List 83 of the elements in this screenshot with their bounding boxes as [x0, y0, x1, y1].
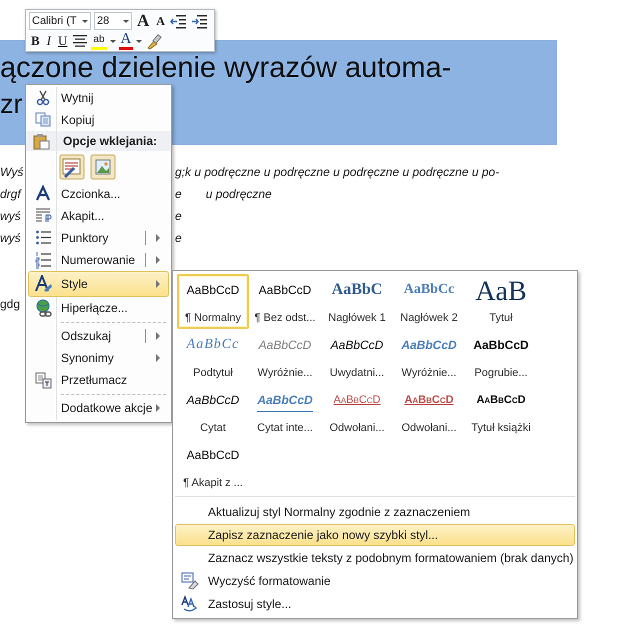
- style-tile[interactable]: AaBbCcD ¶ Normalny: [177, 274, 249, 329]
- style-tile[interactable]: AaB Tytuł: [465, 274, 537, 329]
- menu-item[interactable]: Synonimy: [28, 347, 169, 369]
- submenu-arrow-icon: [156, 256, 160, 264]
- body-text: g;k u podręczne u podręczne u podręczne u podręczne u po-: [175, 164, 500, 181]
- menu-item[interactable]: Zapisz zaznaczenie jako nowy szybki styl...: [175, 524, 575, 546]
- body-text: e: [175, 186, 182, 203]
- caret-icon: [123, 20, 129, 22]
- center-align-icon[interactable]: [72, 34, 88, 48]
- numbered-list-icon: [34, 251, 52, 269]
- style-tile[interactable]: AaBbCcD Cytat inte...: [249, 384, 321, 439]
- submenu-arrow-icon: [156, 332, 160, 340]
- style-tile[interactable]: AaBbCcD Odwołani...: [393, 384, 465, 439]
- menu-item[interactable]: Czcionka...: [28, 183, 169, 205]
- italic-button[interactable]: I: [44, 32, 54, 50]
- bulleted-list-icon: [34, 229, 52, 247]
- bold-button[interactable]: B: [29, 32, 42, 50]
- menu-item[interactable]: Dodatkowe akcje: [28, 391, 169, 419]
- menu-item[interactable]: Aktualizuj styl Normalny zgodnie z zaznaczeniem: [175, 501, 575, 523]
- menu-item[interactable]: Kopiuj: [28, 109, 169, 131]
- eraser-icon: [181, 572, 199, 590]
- body-text: Wyś: [0, 164, 24, 181]
- globe-link-icon: [34, 299, 52, 317]
- paste-keep-formatting-icon[interactable]: [59, 154, 85, 180]
- style-tile[interactable]: AaBbCcD Odwołani...: [321, 384, 393, 439]
- style-tile[interactable]: AaBbCcD Wyróżnie...: [393, 329, 465, 384]
- caret-icon[interactable]: [110, 40, 116, 42]
- font-size-combo[interactable]: 28: [94, 12, 132, 30]
- apply-styles-icon: [181, 595, 199, 613]
- font-color-button[interactable]: A: [118, 32, 134, 50]
- styles-icon: [34, 275, 52, 293]
- menu-item[interactable]: Przetłumacz: [28, 369, 169, 391]
- menu-item[interactable]: Akapit...: [28, 205, 169, 227]
- submenu-arrow-icon: [156, 234, 160, 242]
- body-text: e: [175, 208, 182, 225]
- letter-a-icon: [34, 185, 52, 203]
- menu-item[interactable]: Zastosuj style...: [175, 593, 575, 615]
- style-tile[interactable]: AaBbCcD Pogrubie...: [465, 329, 537, 384]
- style-tile[interactable]: AaBbCcD Uwydatni...: [321, 329, 393, 384]
- body-text: wyś: [0, 208, 21, 225]
- style-tile[interactable]: AaBbCcD ¶ Bez odst...: [249, 274, 321, 329]
- menu-item[interactable]: Punktory: [28, 227, 169, 249]
- body-text: e: [175, 230, 182, 247]
- copy-icon: [34, 111, 52, 129]
- heading-text: zr: [0, 88, 22, 121]
- indent-icon[interactable]: [190, 12, 209, 30]
- body-text: drgf: [0, 186, 21, 203]
- font-combo[interactable]: Calibri (T: [29, 12, 91, 30]
- translate-icon: [34, 371, 52, 389]
- caret-icon: [82, 20, 88, 22]
- heading-text: ączone dzielenie wyrazów automa-: [0, 52, 452, 84]
- grow-font-button[interactable]: A: [135, 12, 152, 30]
- body-text: wyś: [0, 230, 21, 247]
- shrink-font-button[interactable]: A: [154, 12, 167, 30]
- menu-item[interactable]: Hiperłącze...: [28, 297, 169, 319]
- outdent-icon[interactable]: [170, 12, 188, 30]
- submenu-arrow-icon: [156, 280, 160, 288]
- style-tile[interactable]: AaBbCcD ¶ Akapit z ...: [177, 439, 249, 494]
- menu-item[interactable]: Wyczyść formatowanie: [175, 570, 575, 592]
- style-tile[interactable]: AaBbC Nagłówek 1: [321, 274, 393, 329]
- section-title: Opcje wklejania:: [63, 134, 158, 148]
- menu-item[interactable]: Numerowanie: [28, 249, 169, 271]
- scissors-icon: [34, 89, 52, 107]
- style-tile[interactable]: AaBbCc Podtytuł: [177, 329, 249, 384]
- submenu-arrow-icon: [156, 354, 160, 362]
- menu-item[interactable]: Style: [28, 271, 169, 297]
- highlight-button[interactable]: ab: [91, 32, 107, 50]
- underline-button[interactable]: U: [56, 32, 70, 50]
- clipboard-icon: [33, 132, 50, 150]
- body-text: u podręczne: [206, 186, 272, 203]
- body-text: gdg: [0, 296, 20, 313]
- style-tile[interactable]: AaBbCcD Cytat: [177, 384, 249, 439]
- style-tile[interactable]: AaBbCcD Wyróżnie...: [249, 329, 321, 384]
- submenu-arrow-icon: [156, 404, 160, 412]
- style-tile[interactable]: AaBbCc Nagłówek 2: [393, 274, 465, 329]
- caret-icon[interactable]: [136, 40, 142, 42]
- style-tile[interactable]: AaBbCcD Tytuł książki: [465, 384, 537, 439]
- paragraph-icon: [34, 207, 52, 225]
- menu-item[interactable]: Wytnij: [28, 87, 169, 109]
- paintbrush-icon[interactable]: [145, 32, 164, 50]
- menu-item[interactable]: Zaznacz wszystkie teksty z podobnym formatowaniem (brak danych): [175, 547, 575, 569]
- paste-picture-icon[interactable]: [90, 154, 116, 180]
- menu-item[interactable]: Odszukaj: [28, 319, 169, 347]
